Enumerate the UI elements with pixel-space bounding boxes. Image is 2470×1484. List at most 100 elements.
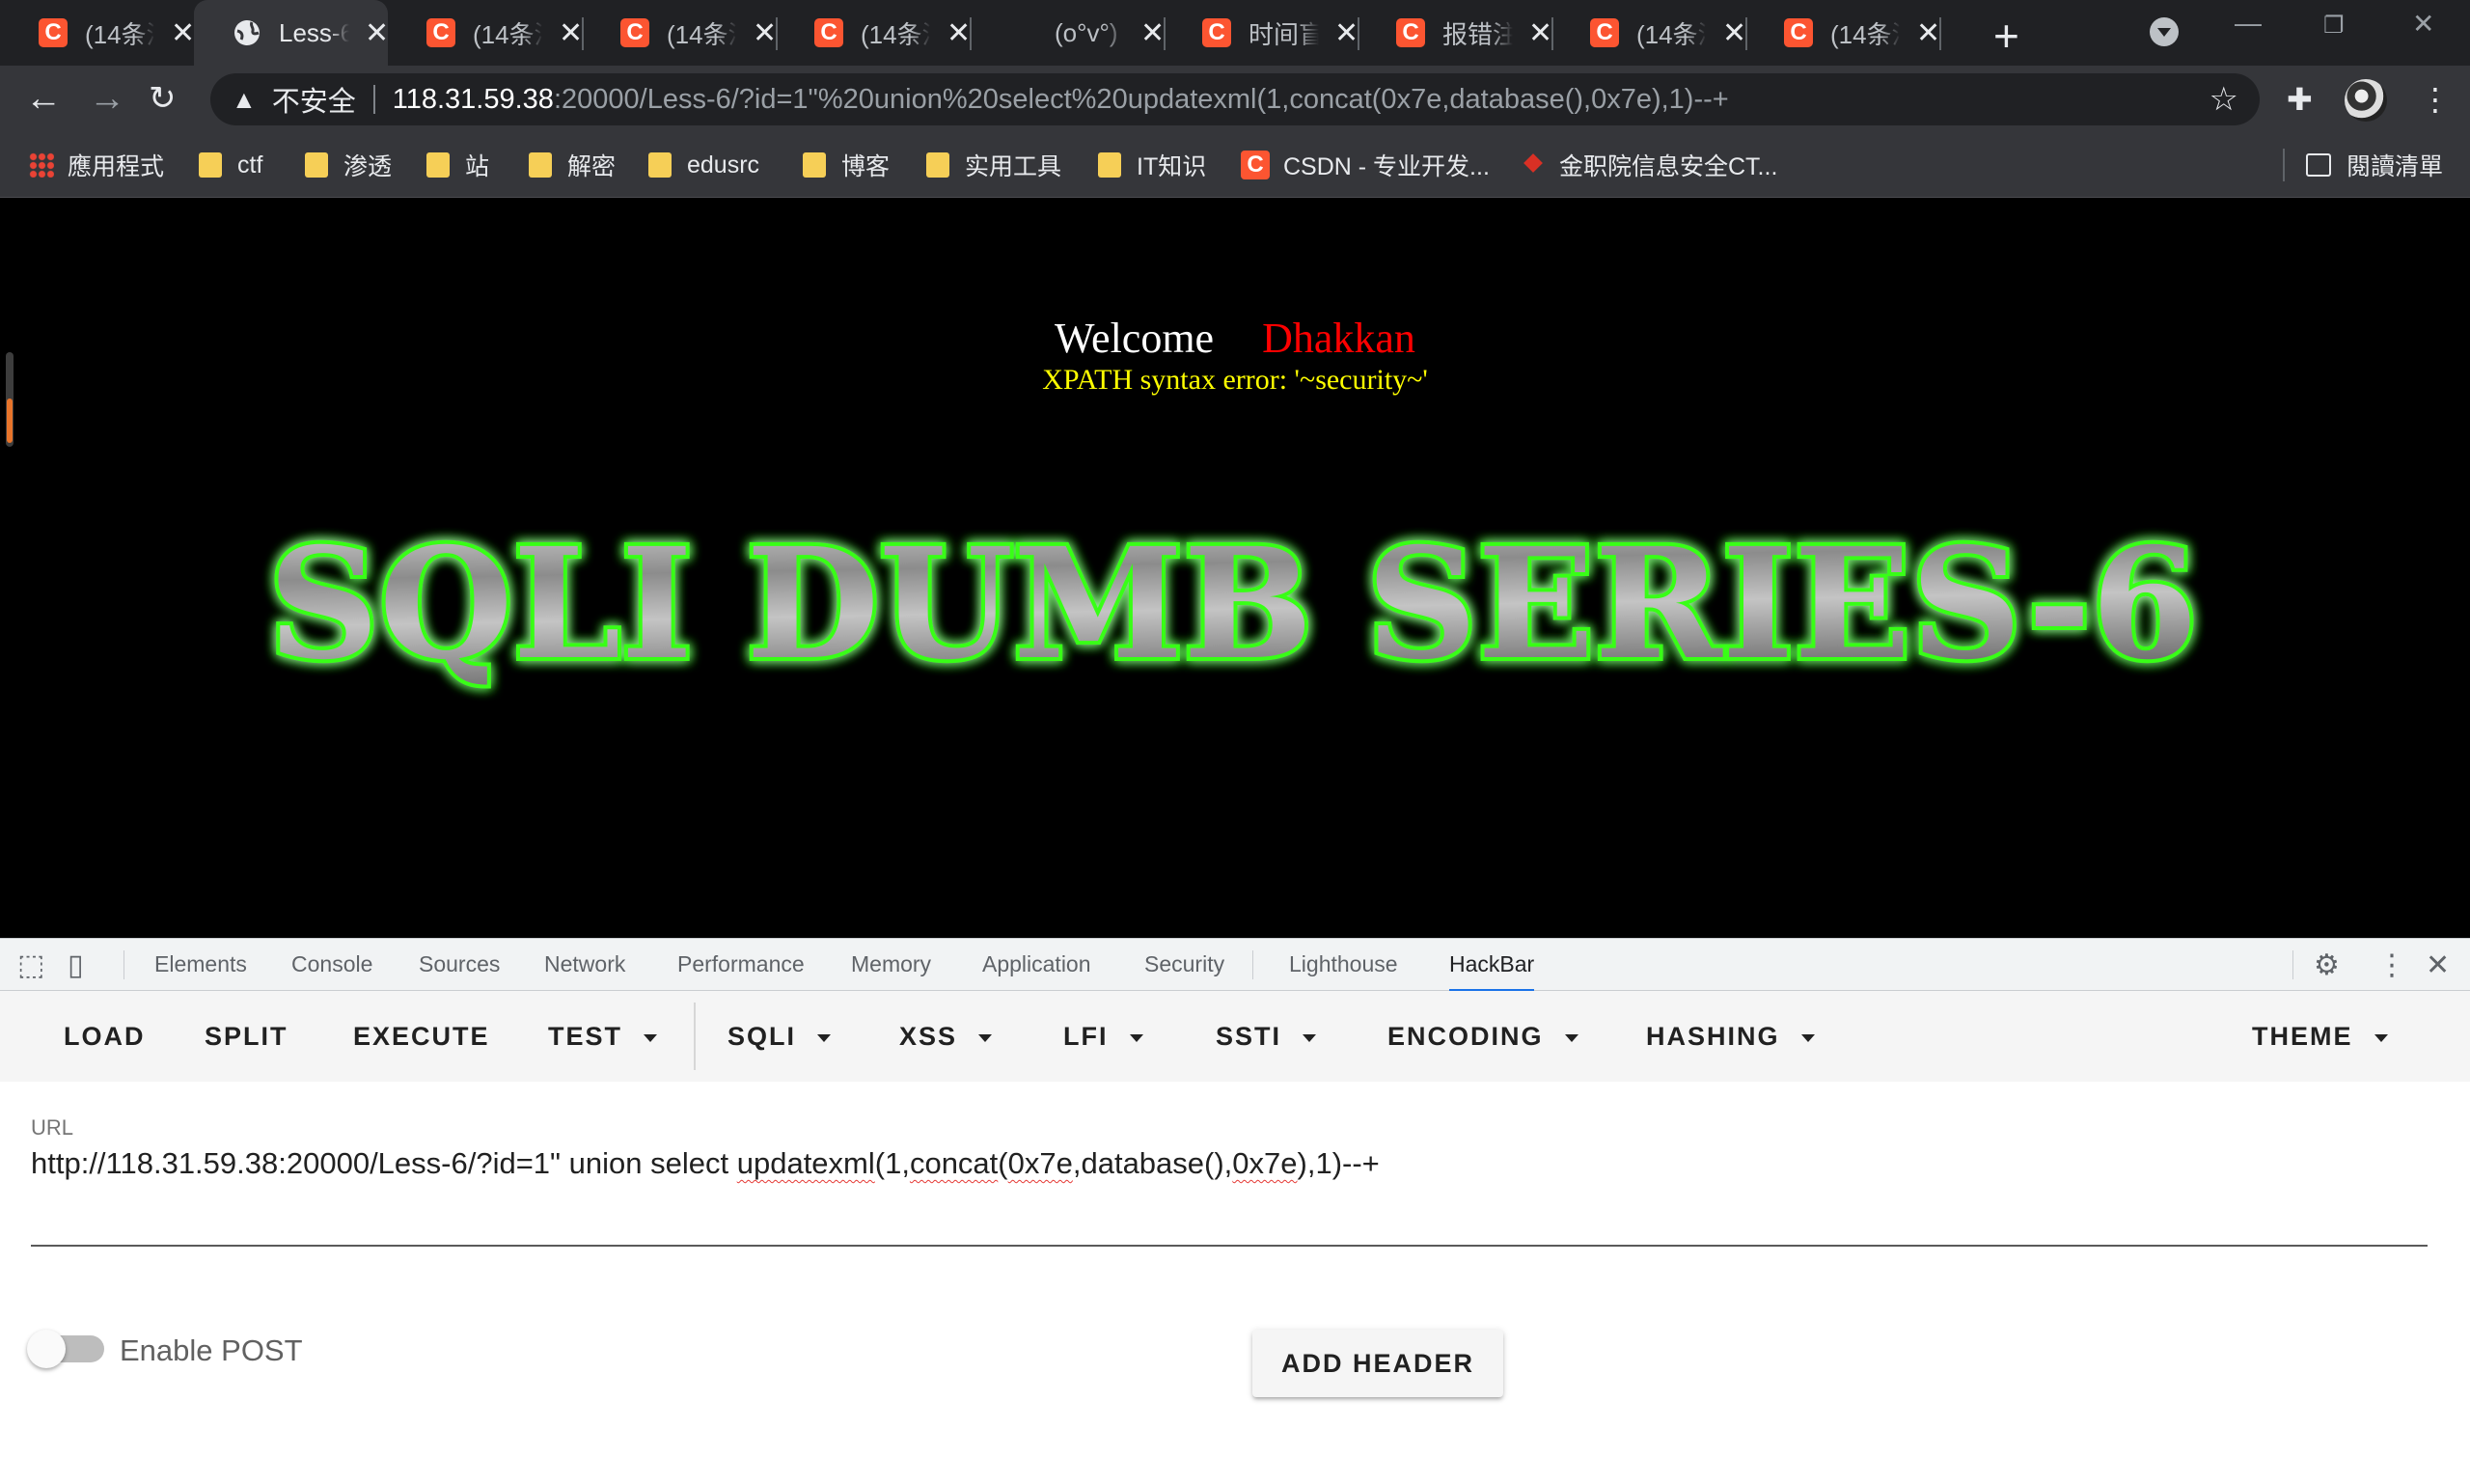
browser-tab[interactable]: C (14条消 ✕: [1551, 0, 1747, 66]
hackbar-load-button[interactable]: LOAD: [64, 991, 146, 1082]
devtools-tab-sources[interactable]: Sources: [419, 939, 500, 992]
banner-text: SQLI DUMB SERIES-6: [268, 515, 2198, 694]
site-favicon-icon: [1008, 18, 1037, 47]
menu-icon[interactable]: ⋮: [2420, 81, 2451, 118]
back-icon[interactable]: ←: [25, 77, 62, 120]
tab-close-icon[interactable]: ✕: [1916, 16, 1940, 50]
browser-tab[interactable]: C 时间盲 ✕: [1164, 0, 1359, 66]
error-message: XPATH syntax error: '~security~': [1042, 364, 1428, 396]
tab-search-icon[interactable]: [2150, 17, 2179, 46]
window-close-icon[interactable]: ✕: [2412, 8, 2434, 40]
tab-close-icon[interactable]: ✕: [947, 16, 971, 50]
bookmark-item[interactable]: 應用程式: [29, 133, 164, 197]
new-tab-button[interactable]: +: [1993, 10, 2019, 62]
folder-icon: [926, 152, 949, 178]
bookmark-label: 实用工具: [965, 153, 1062, 180]
dropdown-caret-icon: [978, 1033, 993, 1042]
hackbar-hashing-button[interactable]: HASHING: [1646, 991, 1815, 1082]
enable-post-toggle[interactable]: [27, 1330, 104, 1368]
tab-close-icon[interactable]: ✕: [1722, 16, 1746, 50]
browser-tab[interactable]: (o°v°) ✕: [970, 0, 1166, 66]
tab-close-icon[interactable]: ✕: [1528, 16, 1552, 50]
hackbar-split-button[interactable]: SPLIT: [205, 991, 288, 1082]
bookmark-label: 金职院信息安全CT...: [1559, 153, 1778, 180]
devtools-tab-lighthouse[interactable]: Lighthouse: [1289, 939, 1398, 992]
tab-close-icon[interactable]: ✕: [365, 16, 389, 50]
devtools-tab-security[interactable]: Security: [1144, 939, 1224, 992]
close-devtools-icon[interactable]: ✕: [2426, 948, 2450, 982]
toggle-knob[interactable]: [27, 1330, 66, 1368]
bookmark-item[interactable]: C CSDN - 专业开发...: [1241, 133, 1490, 197]
browser-tab[interactable]: C (14条消 ✕: [776, 0, 972, 66]
csdn-favicon-icon: C: [39, 18, 68, 47]
browser-tab[interactable]: C (14条消 ✕: [1745, 0, 1941, 66]
dropdown-caret-icon: [2374, 1033, 2388, 1042]
bookmark-star-icon[interactable]: ☆: [2209, 80, 2238, 119]
hackbar-xss-button[interactable]: XSS: [899, 991, 993, 1082]
tab-close-icon[interactable]: ✕: [753, 16, 777, 50]
restore-icon[interactable]: ❐: [2323, 12, 2345, 40]
bookmark-item[interactable]: IT知识: [1098, 133, 1206, 197]
tab-close-icon[interactable]: ✕: [1334, 16, 1358, 50]
profile-avatar[interactable]: [2345, 79, 2387, 122]
bookmark-label: 應用程式: [68, 153, 165, 180]
devtools-tab-application[interactable]: Application: [982, 939, 1091, 992]
hackbar-sqli-button[interactable]: SQLI: [727, 991, 832, 1082]
device-toolbar-icon[interactable]: ▯: [68, 948, 84, 982]
bookmark-item[interactable]: ctf: [199, 133, 262, 197]
hackbar-execute-button[interactable]: EXECUTE: [353, 991, 490, 1082]
tab-close-icon[interactable]: ✕: [171, 16, 195, 50]
csdn-icon: C: [1241, 151, 1270, 179]
hackbar-test-button[interactable]: TEST: [548, 991, 658, 1082]
more-options-icon[interactable]: ⋮: [2377, 948, 2406, 982]
tab-close-icon[interactable]: ✕: [1140, 16, 1165, 50]
browser-tab[interactable]: C 报错注 ✕: [1358, 0, 1553, 66]
reload-icon[interactable]: ↻: [149, 77, 177, 120]
devtools-tab-memory[interactable]: Memory: [851, 939, 931, 992]
settings-gear-icon[interactable]: ⚙: [2314, 948, 2340, 982]
bookmark-item[interactable]: 渗透: [305, 133, 392, 197]
devtools-tab-hackbar[interactable]: HackBar: [1449, 939, 1535, 992]
reading-list-button[interactable]: 閱讀清單: [2306, 133, 2443, 197]
menu-label: TEST: [548, 1022, 623, 1051]
hackbar-lfi-button[interactable]: LFI: [1063, 991, 1143, 1082]
devtools-tab-network[interactable]: Network: [544, 939, 625, 992]
bookmark-label: 渗透: [343, 153, 393, 180]
hackbar-encoding-button[interactable]: ENCODING: [1387, 991, 1578, 1082]
bookmark-item[interactable]: edusrc: [648, 133, 759, 197]
menu-label: ENCODING: [1387, 1022, 1544, 1051]
bookmark-item[interactable]: 实用工具: [926, 133, 1061, 197]
hackbar-theme-button[interactable]: THEME: [2252, 991, 2388, 1082]
browser-tab[interactable]: C (14条消 ✕: [388, 0, 584, 66]
menu-label: LFI: [1063, 1022, 1109, 1051]
address-bar[interactable]: ▲ 不安全 118.31.59.38:20000/Less-6/?id=1"%2…: [210, 73, 2260, 125]
devtools-tab-elements[interactable]: Elements: [154, 939, 247, 992]
add-header-button[interactable]: ADD HEADER: [1252, 1330, 1503, 1397]
bookmark-item[interactable]: 金职院信息安全CT...: [1521, 133, 1777, 197]
divider: [2292, 950, 2293, 979]
inspect-icon[interactable]: ⬚: [17, 948, 44, 982]
bookmark-item[interactable]: 解密: [529, 133, 616, 197]
bookmark-label: ctf: [237, 151, 263, 179]
devtools-tab-console[interactable]: Console: [291, 939, 372, 992]
minimize-icon[interactable]: —: [2235, 8, 2262, 39]
extensions-icon[interactable]: ✚: [2287, 81, 2313, 118]
devtools-tab-performance[interactable]: Performance: [677, 939, 805, 992]
browser-tab[interactable]: C (14条消 ✕: [0, 0, 195, 66]
folder-icon: [803, 152, 826, 178]
browser-tab[interactable]: Less-6 ✕: [194, 0, 389, 66]
tab-close-icon[interactable]: ✕: [559, 16, 583, 50]
browser-toolbar: ← → ↻ ▲ 不安全 118.31.59.38:20000/Less-6/?i…: [0, 66, 2470, 133]
hackbar-ssti-button[interactable]: SSTI: [1216, 991, 1317, 1082]
url-input[interactable]: http://118.31.59.38:20000/Less-6/?id=1" …: [31, 1146, 1380, 1181]
forward-icon[interactable]: →: [89, 77, 125, 120]
csdn-favicon-icon: C: [426, 18, 455, 47]
page-viewport: Welcome Dhakkan XPATH syntax error: '~sec…: [0, 198, 2470, 938]
csdn-favicon-icon: C: [1396, 18, 1425, 47]
browser-tab[interactable]: C (14条消 ✕: [582, 0, 778, 66]
menu-label: SQLI: [727, 1022, 797, 1051]
tab-title: 时间盲: [1249, 19, 1319, 49]
bookmark-item[interactable]: 博客: [803, 133, 890, 197]
welcome-text: Welcome: [1055, 315, 1215, 362]
bookmark-item[interactable]: 站: [426, 133, 489, 197]
